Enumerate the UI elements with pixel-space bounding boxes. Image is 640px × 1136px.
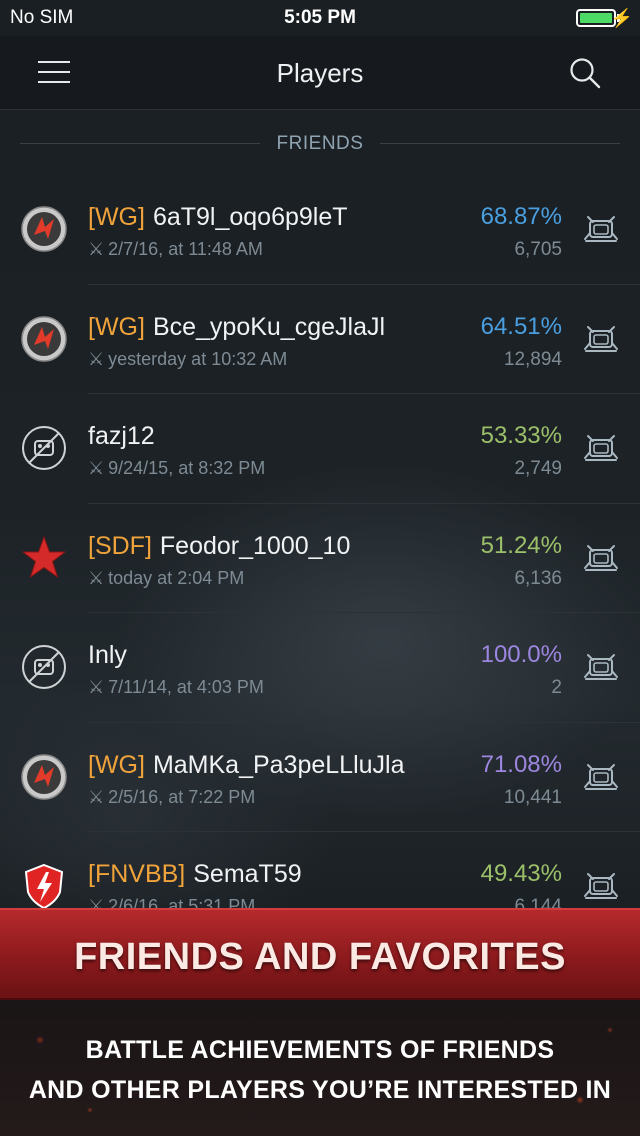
charging-bolt-icon: ⚡	[610, 8, 633, 28]
player-list: [WG] 6aT9l_oqo6p9leT ⚔ 2/7/16, at 11:48 AM 6…	[0, 175, 640, 942]
last-battle-date: 2/5/16, at 7:22 PM	[108, 786, 256, 807]
battle-count: 10,441	[503, 786, 562, 808]
player-row[interactable]: [WG] MaMKa_Pa3peLLluJla ⚔ 2/5/16, at 7:22 P…	[21, 723, 640, 832]
no-clan-icon	[20, 424, 68, 472]
last-battle: ⚔ 7/11/14, at 4:03 PM	[88, 677, 264, 698]
clan-tag: [FNVBB]	[88, 860, 186, 888]
last-battle-date: today at 2:04 PM	[108, 567, 245, 588]
page-title: Players	[276, 58, 364, 88]
battle-count: 2	[551, 677, 562, 698]
win-rate: 100.0%	[480, 641, 562, 668]
navigation-bar: Players	[0, 36, 640, 110]
no-clan-icon	[20, 643, 68, 691]
player-nickname: 6aT9l_oqo6p9leT	[152, 203, 348, 231]
compare-tank-icon[interactable]	[582, 213, 620, 245]
last-battle-date: yesterday at 10:32 AM	[108, 348, 288, 369]
blitz-shield-icon	[20, 862, 68, 910]
clan-tag: [WG]	[88, 750, 145, 779]
player-name: [SDF] Feodor_1000_10	[88, 532, 350, 561]
wg-logo-icon	[20, 315, 68, 363]
player-name: Inly	[88, 641, 127, 670]
promo-banner: FRIENDS AND FAVORITES	[0, 908, 640, 1000]
last-battle: ⚔ today at 2:04 PM	[88, 568, 244, 589]
wg-logo-icon	[20, 753, 68, 801]
divider	[380, 143, 620, 144]
crossed-swords-icon: ⚔	[88, 458, 105, 478]
win-rate: 51.24%	[480, 531, 562, 559]
win-rate: 64.51%	[480, 312, 562, 340]
footer-line-2: AND OTHER PLAYERS YOU’RE INTERESTED IN	[28, 1076, 612, 1104]
status-bar: No SIM 5:05 PM ⚡	[0, 0, 640, 36]
win-rate: 71.08%	[480, 750, 562, 778]
compare-tank-icon[interactable]	[582, 432, 620, 464]
section-header-friends: FRIENDS	[0, 126, 640, 160]
last-battle-date: 7/11/14, at 4:03 PM	[108, 677, 264, 697]
promo-footer: BATTLE ACHIEVEMENTS OF FRIENDS AND OTHER…	[0, 1000, 640, 1136]
compare-tank-icon[interactable]	[582, 542, 620, 574]
battle-count: 12,894	[503, 348, 562, 370]
battle-count: 6,136	[514, 567, 562, 589]
player-row[interactable]: [WG] 6aT9l_oqo6p9leT ⚔ 2/7/16, at 11:48 AM 6…	[21, 175, 640, 285]
compare-tank-icon[interactable]	[582, 870, 620, 902]
player-nickname: fazj12	[88, 422, 155, 450]
footer-line-1: BATTLE ACHIEVEMENTS OF FRIENDS	[85, 1036, 555, 1064]
last-battle: ⚔ yesterday at 10:32 AM	[88, 349, 287, 370]
battery-level	[580, 13, 612, 23]
battle-count: 6,705	[514, 239, 562, 260]
player-nickname: MaMKa_Pa3peLLluJla	[152, 750, 405, 779]
last-battle-date: 2/7/16, at 11:48 AM	[108, 239, 263, 259]
crossed-swords-icon: ⚔	[88, 239, 105, 259]
section-label: FRIENDS	[276, 133, 364, 154]
player-row[interactable]: [WG] Bce_ypoKu_cgeJlaJl ⚔ yesterday at 10:3…	[21, 285, 640, 394]
crossed-swords-icon: ⚔	[88, 567, 105, 588]
player-row[interactable]: fazj12 ⚔ 9/24/15, at 8:32 PM 53.33% 2,749	[22, 394, 640, 504]
red-star-icon	[20, 534, 68, 582]
wg-logo-icon	[20, 205, 68, 253]
crossed-swords-icon: ⚔	[88, 786, 105, 807]
banner-title: FRIENDS AND FAVORITES	[74, 936, 566, 978]
clock: 5:05 PM	[284, 7, 356, 28]
player-name: [WG] 6aT9l_oqo6p9leT	[88, 203, 348, 232]
player-row[interactable]: [SDF] Feodor_1000_10 ⚔ today at 2:04 PM 51.2…	[21, 504, 640, 613]
crossed-swords-icon: ⚔	[88, 677, 105, 697]
battle-count: 2,749	[514, 458, 562, 479]
compare-tank-icon[interactable]	[582, 651, 620, 683]
last-battle: ⚔ 2/7/16, at 11:48 AM	[88, 239, 263, 260]
player-nickname: Inly	[88, 641, 127, 669]
player-nickname: Feodor_1000_10	[159, 531, 351, 560]
crossed-swords-icon: ⚔	[88, 348, 105, 369]
win-rate: 53.33%	[480, 422, 562, 449]
player-nickname: SemaT59	[193, 860, 302, 888]
player-name: [WG] MaMKa_Pa3peLLluJla	[88, 751, 405, 780]
compare-tank-icon[interactable]	[582, 323, 620, 355]
clan-tag: [SDF]	[88, 531, 152, 560]
player-name: fazj12	[88, 422, 155, 451]
clan-tag: [WG]	[88, 203, 145, 231]
player-name: [FNVBB] SemaT59	[88, 860, 302, 889]
player-nickname: Bce_ypoKu_cgeJlaJl	[152, 312, 386, 341]
win-rate: 49.43%	[480, 860, 562, 887]
search-icon[interactable]	[568, 56, 602, 90]
player-name: [WG] Bce_ypoKu_cgeJlaJl	[88, 313, 385, 342]
clan-tag: [WG]	[88, 312, 145, 341]
last-battle-date: 9/24/15, at 8:32 PM	[108, 458, 266, 478]
last-battle: ⚔ 9/24/15, at 8:32 PM	[88, 458, 265, 479]
compare-tank-icon[interactable]	[582, 761, 620, 793]
win-rate: 68.87%	[480, 203, 562, 230]
last-battle: ⚔ 2/5/16, at 7:22 PM	[88, 787, 255, 808]
player-row[interactable]: Inly ⚔ 7/11/14, at 4:03 PM 100.0% 2	[22, 613, 640, 723]
